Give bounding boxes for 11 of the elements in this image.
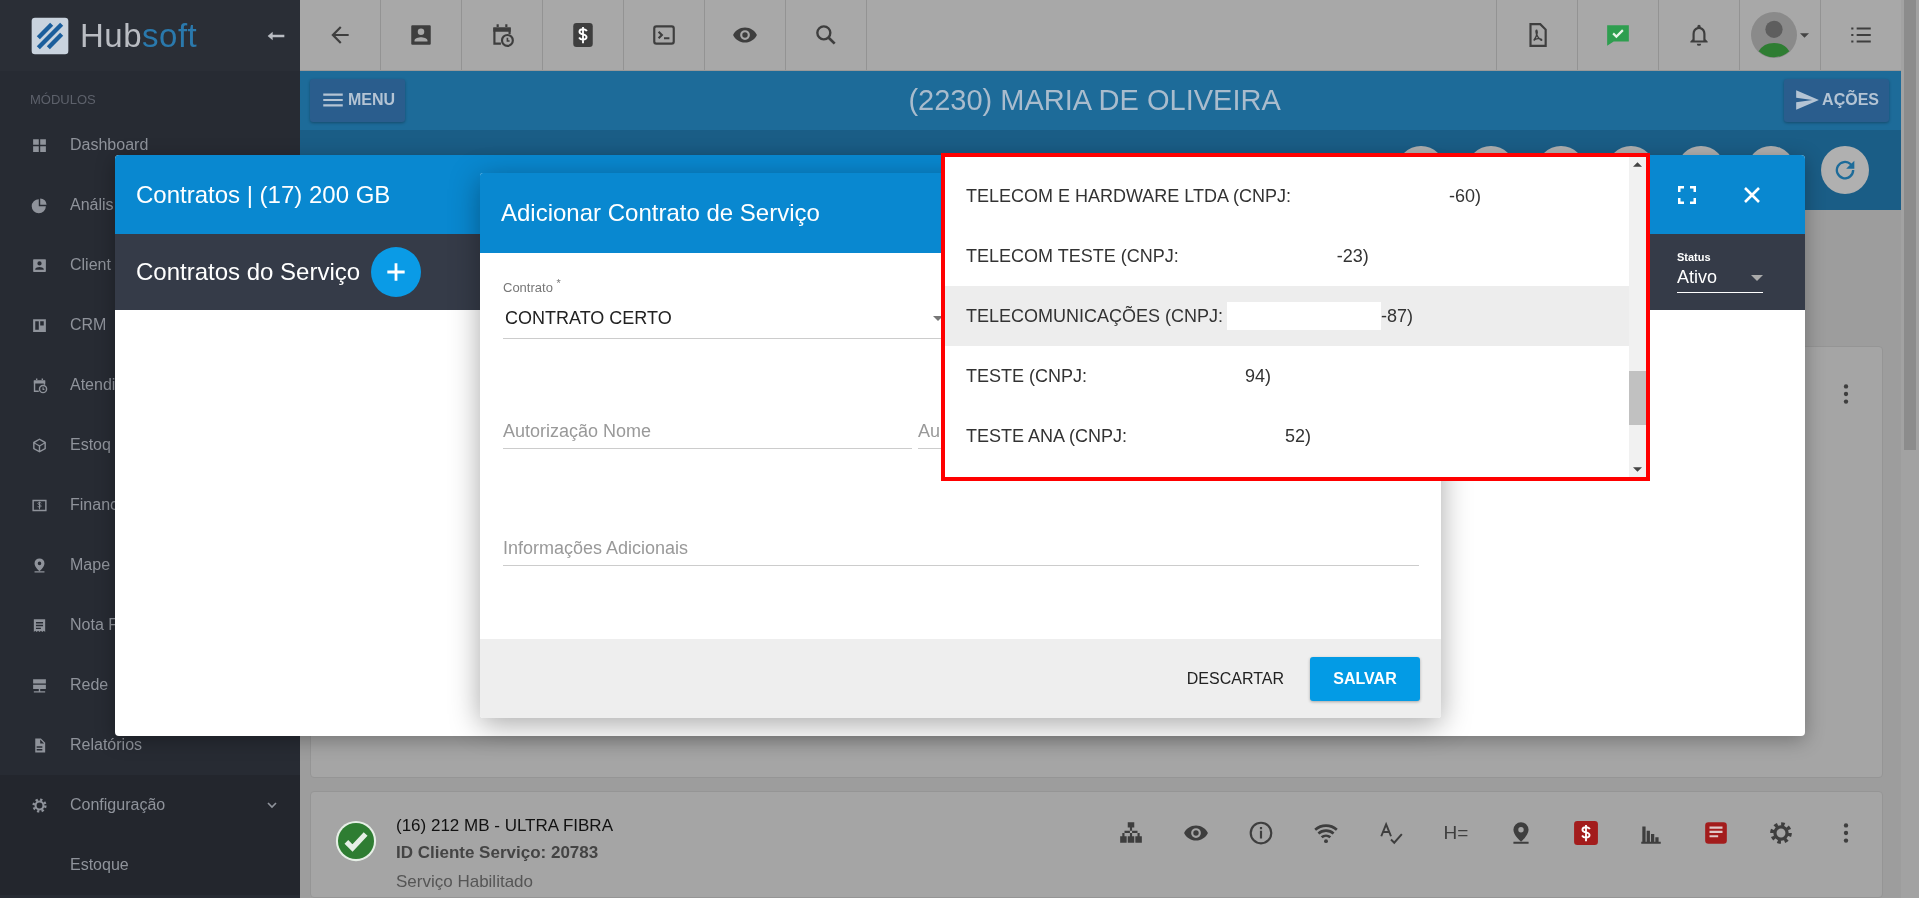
status-label: Status [1677, 251, 1712, 263]
page-title: (2230) MARIA DE OLIVEIRA [908, 83, 1281, 117]
service-title: (16) 212 MB - ULTRA FIBRA [396, 815, 613, 837]
section-label: MÓDULOS [29, 91, 97, 109]
modal-title: Contratos | (17) 200 GB [136, 180, 391, 209]
logo-text: Hubsoft [80, 16, 198, 55]
section-title: Contratos do Serviço [136, 258, 361, 286]
service-id: ID Cliente Serviço: 20783 [396, 842, 600, 864]
service-status: Serviço Habilitado [396, 871, 534, 893]
dialog-title: Adicionar Contrato de Serviço [501, 199, 820, 227]
field-label: Contrato $^{*}$ [503, 276, 562, 297]
